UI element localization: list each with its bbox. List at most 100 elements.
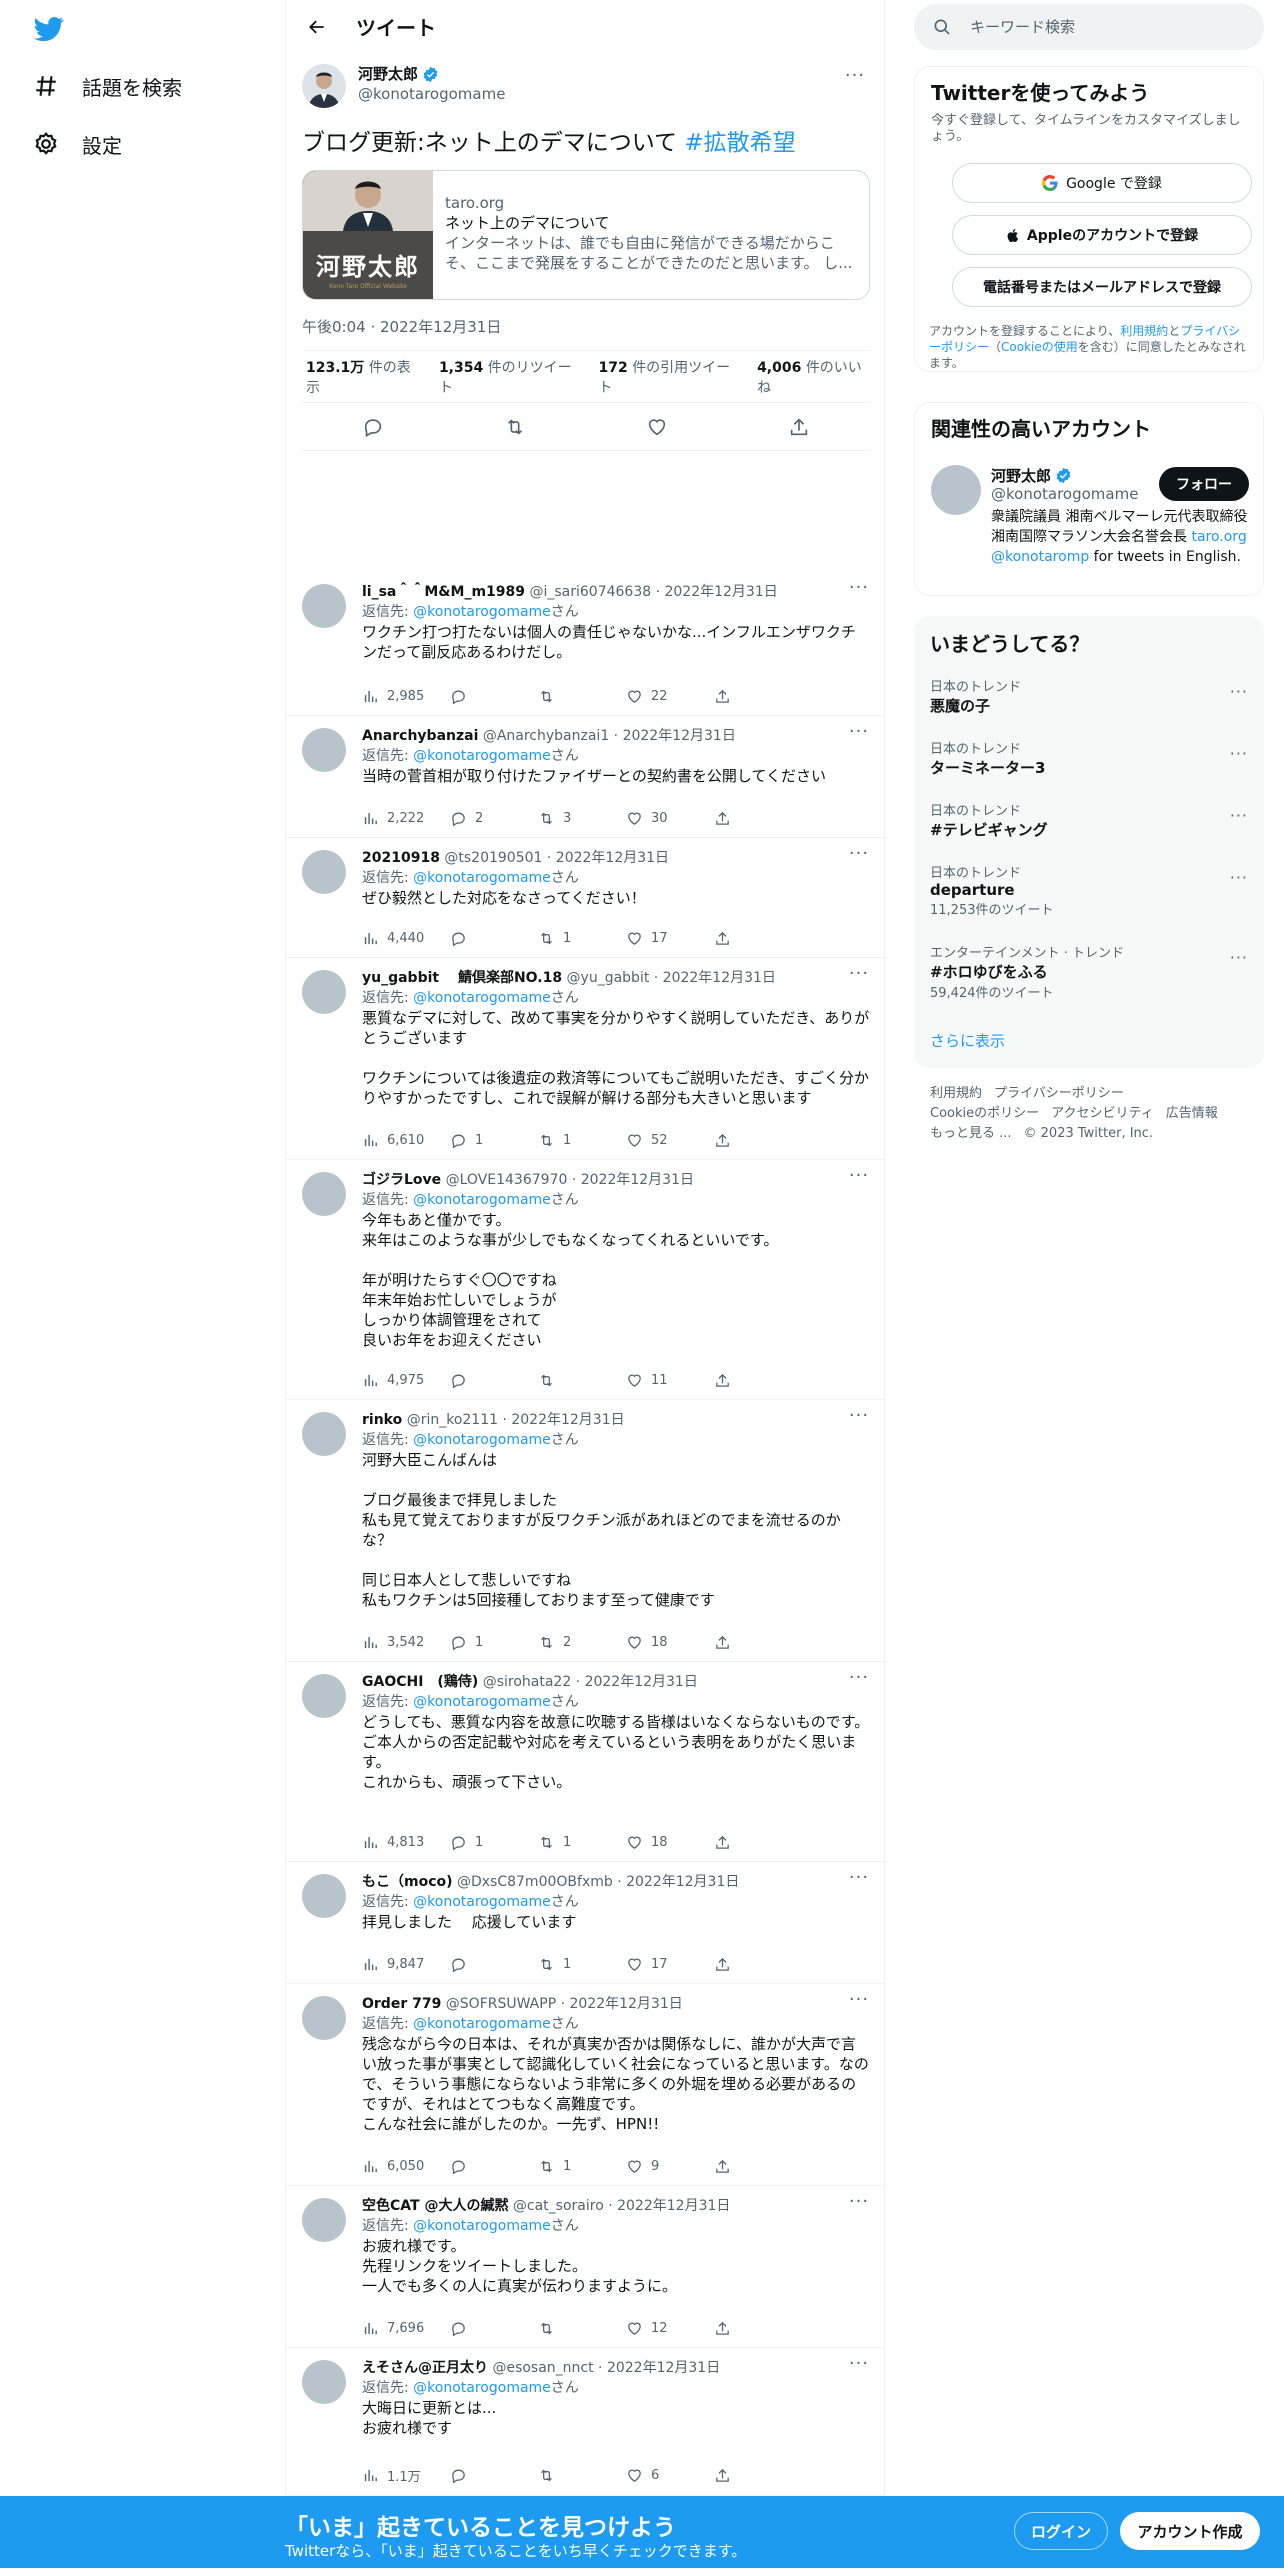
footer-terms[interactable]: 利用規約 bbox=[930, 1086, 982, 1101]
share-icon[interactable] bbox=[788, 416, 810, 438]
reply-handle-date[interactable]: @rin_ko2111 · 2022年12月31日 bbox=[407, 1412, 625, 1428]
reply-share-button[interactable] bbox=[714, 1956, 802, 1973]
reply-tweet[interactable]: ··· 20210918 @ts20190501 · 2022年12月31日 返… bbox=[286, 838, 886, 958]
reply-handle-date[interactable]: @ts20190501 · 2022年12月31日 bbox=[444, 850, 669, 866]
more-options-icon[interactable]: ··· bbox=[844, 67, 866, 92]
reply-like-button[interactable]: 12 bbox=[626, 2320, 714, 2337]
reply-views[interactable]: 7,696 bbox=[362, 2320, 450, 2337]
reply-like-button[interactable]: 17 bbox=[626, 930, 714, 947]
more-options-icon[interactable]: ··· bbox=[1230, 806, 1248, 825]
reply-share-button[interactable] bbox=[714, 930, 802, 947]
reply-share-button[interactable] bbox=[714, 1372, 802, 1389]
reply-like-button[interactable]: 18 bbox=[626, 1634, 714, 1651]
reply-reply-button[interactable] bbox=[450, 2466, 538, 2485]
google-signup-button[interactable]: Google で登録 bbox=[952, 163, 1252, 203]
reply-reply-button[interactable]: 1 bbox=[450, 1834, 538, 1851]
reply-handle-date[interactable]: @LOVE14367970 · 2022年12月31日 bbox=[446, 1172, 694, 1188]
reply-share-button[interactable] bbox=[714, 810, 802, 827]
reply-tweet[interactable]: ··· rinko @rin_ko2111 · 2022年12月31日 返信先:… bbox=[286, 1400, 886, 1662]
reply-reply-button[interactable]: 2 bbox=[450, 810, 538, 827]
reply-author-name[interactable]: rinko bbox=[362, 1412, 402, 1428]
reply-handle-date[interactable]: @SOFRSUWAPP · 2022年12月31日 bbox=[446, 1996, 683, 2012]
reply-retweet-button[interactable] bbox=[538, 1372, 626, 1389]
reply-retweet-button[interactable]: 1 bbox=[538, 1956, 626, 1973]
replying-to-link[interactable]: @konotarogomame bbox=[413, 604, 551, 620]
reply-views[interactable]: 6,610 bbox=[362, 1132, 450, 1149]
reply-like-button[interactable]: 30 bbox=[626, 810, 714, 827]
reply-tweet[interactable]: ··· もこ（moco) @DxsC87m00OBfxmb · 2022年12月… bbox=[286, 1862, 886, 1984]
reply-tweet[interactable]: ··· 空色CAT @大人の緘黙 @cat_sorairo · 2022年12月… bbox=[286, 2186, 886, 2348]
like-icon[interactable] bbox=[646, 416, 668, 438]
reply-retweet-button[interactable]: 1 bbox=[538, 930, 626, 947]
reply-share-button[interactable] bbox=[714, 1132, 802, 1149]
reply-reply-button[interactable] bbox=[450, 1956, 538, 1973]
more-options-icon[interactable]: ··· bbox=[1230, 948, 1248, 967]
reply-like-button[interactable]: 9 bbox=[626, 2158, 714, 2175]
login-button[interactable]: ログイン bbox=[1014, 2512, 1108, 2550]
hashtag-link[interactable]: #拡散希望 bbox=[684, 130, 795, 156]
quotes-stat[interactable]: 172 件の引用ツイート bbox=[599, 357, 738, 397]
reply-retweet-button[interactable] bbox=[538, 2320, 626, 2337]
reply-like-button[interactable]: 22 bbox=[626, 688, 714, 705]
reply-tweet[interactable]: ··· GAOCHI (鶏侍) @sirohata22 · 2022年12月31… bbox=[286, 1662, 886, 1862]
reply-views[interactable]: 1.1万 bbox=[362, 2466, 450, 2485]
reply-tweet[interactable]: ··· Anarchybanzai @Anarchybanzai1 · 2022… bbox=[286, 716, 886, 838]
reply-share-button[interactable] bbox=[714, 1634, 802, 1651]
nav-explore[interactable]: 話題を検索 bbox=[30, 66, 182, 106]
reply-handle-date[interactable]: @Anarchybanzai1 · 2022年12月31日 bbox=[483, 728, 736, 744]
reply-author-name[interactable]: ゴジラLove bbox=[362, 1172, 441, 1188]
reply-tweet[interactable]: ··· Order 779 @SOFRSUWAPP · 2022年12月31日 … bbox=[286, 1984, 886, 2186]
reply-like-button[interactable]: 52 bbox=[626, 1132, 714, 1149]
reply-reply-button[interactable]: 1 bbox=[450, 1634, 538, 1651]
link-card[interactable]: 河野太郎 Kono Taro Official Website taro.org… bbox=[302, 170, 870, 300]
reply-avatar[interactable] bbox=[302, 1674, 346, 1718]
signup-button[interactable]: アカウント作成 bbox=[1120, 2512, 1260, 2550]
reply-avatar[interactable] bbox=[302, 2198, 346, 2242]
reply-share-button[interactable] bbox=[714, 1834, 802, 1851]
reply-author-name[interactable]: Anarchybanzai bbox=[362, 728, 478, 744]
bio-link-account[interactable]: @konotaromp bbox=[991, 549, 1089, 565]
replying-to-link[interactable]: @konotarogomame bbox=[413, 2380, 551, 2396]
cookie-link[interactable]: Cookieの使用 bbox=[1001, 340, 1078, 354]
replying-to-link[interactable]: @konotarogomame bbox=[413, 1894, 551, 1910]
reply-reply-button[interactable] bbox=[450, 930, 538, 947]
likes-stat[interactable]: 4,006 件のいいね bbox=[757, 357, 870, 397]
reply-views[interactable]: 2,985 bbox=[362, 688, 450, 705]
reply-views[interactable]: 2,222 bbox=[362, 810, 450, 827]
reply-views[interactable]: 3,542 bbox=[362, 1634, 450, 1651]
tweet-timestamp[interactable]: 午後0:04 · 2022年12月31日 bbox=[302, 316, 870, 336]
reply-retweet-button[interactable] bbox=[538, 688, 626, 705]
reply-tweet[interactable]: ··· li_sa＾＾M&M_m1989 @i_sari60746638 · 2… bbox=[286, 572, 886, 716]
reply-views[interactable]: 4,440 bbox=[362, 930, 450, 947]
reply-tweet[interactable]: ··· えそさん@正月太り @esosan_nnct · 2022年12月31日… bbox=[286, 2348, 886, 2496]
retweet-icon[interactable] bbox=[504, 416, 526, 438]
replying-to-link[interactable]: @konotarogomame bbox=[413, 748, 551, 764]
reply-avatar[interactable] bbox=[302, 1172, 346, 1216]
related-handle[interactable]: @konotarogomame bbox=[991, 485, 1138, 503]
reply-like-button[interactable]: 6 bbox=[626, 2466, 714, 2485]
reply-reply-button[interactable] bbox=[450, 2320, 538, 2337]
reply-views[interactable]: 9,847 bbox=[362, 1956, 450, 1973]
reply-retweet-button[interactable]: 3 bbox=[538, 810, 626, 827]
footer-ads[interactable]: 広告情報 bbox=[1166, 1106, 1218, 1121]
more-options-icon[interactable]: ··· bbox=[1230, 744, 1248, 763]
follow-button[interactable]: フォロー bbox=[1159, 467, 1249, 501]
replying-to-link[interactable]: @konotarogomame bbox=[413, 1432, 551, 1448]
footer-accessibility[interactable]: アクセシビリティ bbox=[1051, 1106, 1154, 1121]
reply-tweet[interactable]: ··· ゴジラLove @LOVE14367970 · 2022年12月31日 … bbox=[286, 1160, 886, 1400]
reply-avatar[interactable] bbox=[302, 850, 346, 894]
author-name[interactable]: 河野太郎 bbox=[358, 64, 505, 84]
reply-author-name[interactable]: 20210918 bbox=[362, 850, 440, 866]
reply-author-name[interactable]: もこ（moco) bbox=[362, 1874, 453, 1890]
reply-handle-date[interactable]: @i_sari60746638 · 2022年12月31日 bbox=[529, 584, 777, 600]
reply-like-button[interactable]: 17 bbox=[626, 1956, 714, 1973]
reply-tweet[interactable]: ··· yu_gabbit 鯖倶楽部NO.18 @yu_gabbit · 202… bbox=[286, 958, 886, 1160]
retweets-stat[interactable]: 1,354 件のリツイート bbox=[439, 357, 579, 397]
footer-more[interactable]: もっと見る ... bbox=[930, 1126, 1012, 1141]
reply-retweet-button[interactable]: 1 bbox=[538, 2158, 626, 2175]
reply-like-button[interactable]: 18 bbox=[626, 1834, 714, 1851]
reply-views[interactable]: 4,975 bbox=[362, 1372, 450, 1389]
footer-cookie[interactable]: Cookieのポリシー bbox=[930, 1106, 1039, 1121]
reply-handle-date[interactable]: @cat_sorairo · 2022年12月31日 bbox=[513, 2198, 730, 2214]
reply-avatar[interactable] bbox=[302, 970, 346, 1014]
